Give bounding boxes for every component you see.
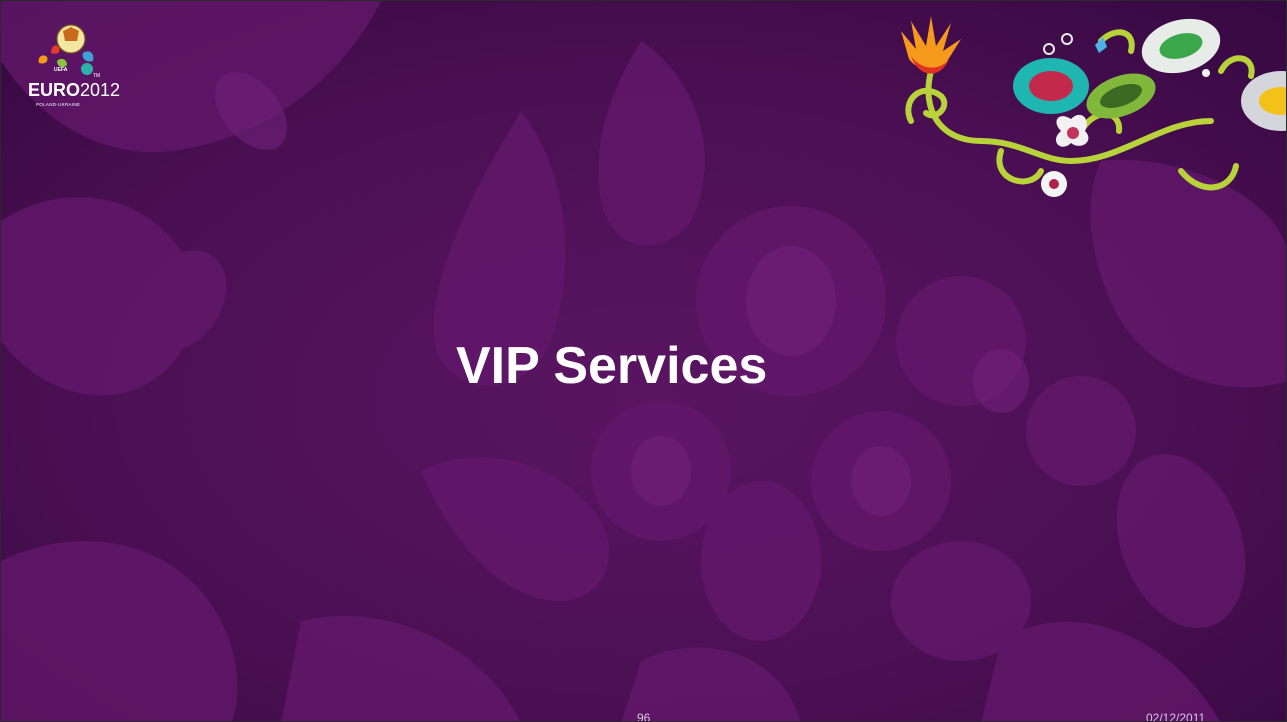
euro2012-logo-icon	[38, 24, 94, 75]
logo-year-text: 2012	[80, 80, 121, 100]
page-number: 96	[637, 711, 651, 722]
floral-stadium-ornament-icon	[901, 16, 1286, 197]
logo-euro-text: EURO	[28, 80, 81, 100]
slide: UEFA TM EURO2012 POLAND-UKRAINE VIP Serv…	[0, 0, 1287, 722]
slide-title: VIP Services	[456, 337, 768, 395]
logo-uefa-text: UEFA	[54, 67, 68, 73]
logo-trademark: TM	[93, 73, 101, 79]
logo-host-text: POLAND-UKRAINE	[36, 102, 81, 107]
logo-wordmark: EURO2012	[28, 81, 120, 99]
slide-date: 02/12/2011	[1146, 711, 1206, 722]
